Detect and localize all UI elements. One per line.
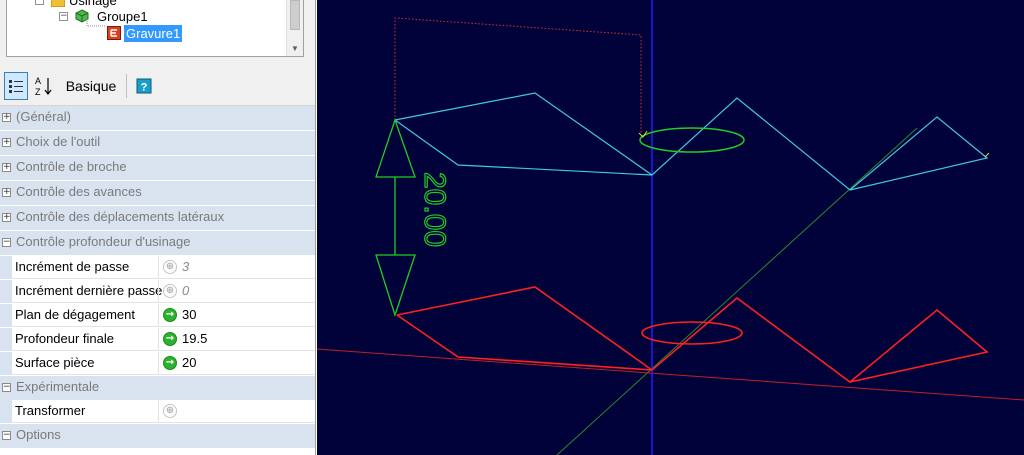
collapse-icon[interactable]: − <box>2 431 11 440</box>
depth-dimension: 20.00 <box>375 117 452 318</box>
basic-button[interactable]: Basique <box>62 72 120 100</box>
collapse-icon[interactable]: − <box>35 0 44 5</box>
category-options[interactable]: − Options <box>0 424 315 448</box>
category-experimental[interactable]: − Expérimentale <box>0 376 315 400</box>
left-panel: − Usinage − Groupe1 Gravure1 ▼ A Z Basiq… <box>0 0 316 455</box>
dimension-label: 20.00 <box>418 172 451 247</box>
category-label: Contrôle de broche <box>16 159 127 174</box>
category-label: (Général) <box>16 109 71 124</box>
expand-icon[interactable]: + <box>2 188 11 197</box>
tree-item-label: Gravure1 <box>124 25 183 42</box>
property-toolbar: A Z Basique ? <box>0 66 315 106</box>
svg-text:Z: Z <box>35 87 41 97</box>
upper-outline <box>394 92 989 191</box>
categorized-button[interactable] <box>4 72 28 100</box>
svg-text:A: A <box>35 76 41 86</box>
svg-text:?: ? <box>141 82 148 94</box>
inherit-toggle-icon[interactable]: → <box>163 308 177 322</box>
scroll-down-icon[interactable]: ▼ <box>291 44 299 53</box>
inherit-toggle-icon[interactable]: → <box>163 356 177 370</box>
category-feed-control[interactable]: + Contrôle des avances <box>0 181 315 205</box>
property-row-clearance-plane[interactable]: Plan de dégagement → 30 <box>0 304 315 327</box>
expand-icon[interactable]: + <box>2 113 11 122</box>
category-stepover-control[interactable]: + Contrôle des déplacements latéraux <box>0 206 315 230</box>
upper-ellipse <box>639 127 745 153</box>
property-value[interactable]: 3 <box>182 259 189 274</box>
x-axis <box>317 348 1024 401</box>
property-value[interactable]: 0 <box>182 283 189 298</box>
category-label: Options <box>16 427 61 442</box>
3d-viewport[interactable]: 20.00 <box>317 0 1024 455</box>
property-row-step-increment[interactable]: Incrément de passe ⊕ 3 <box>0 256 315 279</box>
category-tool-choice[interactable]: + Choix de l'outil <box>0 131 315 155</box>
inherit-toggle-icon[interactable]: ⊕ <box>163 284 177 298</box>
category-label: Contrôle des déplacements latéraux <box>16 209 225 224</box>
property-name: Profondeur finale <box>15 331 115 346</box>
tree-scrollbar[interactable]: ▼ <box>286 0 303 56</box>
property-row-last-step-increment[interactable]: Incrément dernière passe ⊕ 0 <box>0 280 315 303</box>
help-icon: ? <box>136 78 152 94</box>
property-value[interactable]: 30 <box>182 307 196 322</box>
property-name: Plan de dégagement <box>15 307 135 322</box>
sort-alpha-icon: A Z <box>35 76 52 97</box>
property-name: Incrément dernière passe <box>15 283 163 298</box>
lower-outline <box>396 286 989 383</box>
property-value[interactable]: 20 <box>182 355 196 370</box>
property-row-final-depth[interactable]: Profondeur finale → 19.5 <box>0 328 315 351</box>
expand-icon[interactable]: + <box>2 213 11 222</box>
toolpath-canvas[interactable]: 20.00 <box>317 0 1024 455</box>
inherit-toggle-icon[interactable]: → <box>163 332 177 346</box>
property-row-transform[interactable]: Transformer ⊕ <box>0 400 315 423</box>
categorized-icon <box>9 80 23 93</box>
category-spindle-control[interactable]: + Contrôle de broche <box>0 156 315 180</box>
operation-tree[interactable]: − Usinage − Groupe1 Gravure1 ▼ <box>6 0 304 57</box>
expand-icon[interactable]: + <box>2 163 11 172</box>
property-name: Surface pièce <box>15 355 95 370</box>
inherit-toggle-icon[interactable]: ⊕ <box>163 260 177 274</box>
category-depth-control[interactable]: − Contrôle profondeur d'usinage <box>0 231 315 255</box>
property-value[interactable]: 19.5 <box>182 331 207 346</box>
toolbar-divider <box>126 74 127 98</box>
help-button[interactable]: ? <box>134 72 154 100</box>
property-grid: + (Général) + Choix de l'outil + Contrôl… <box>0 106 315 455</box>
category-label: Expérimentale <box>16 379 100 394</box>
property-name: Transformer <box>15 403 86 418</box>
category-general[interactable]: + (Général) <box>0 106 315 130</box>
category-label: Contrôle profondeur d'usinage <box>16 234 191 249</box>
property-row-stock-surface[interactable]: Surface pièce → 20 <box>0 352 315 375</box>
inherit-toggle-icon[interactable]: ⊕ <box>163 404 177 418</box>
clearance-path <box>394 17 642 133</box>
expand-icon[interactable]: + <box>2 138 11 147</box>
alphabetical-button[interactable]: A Z <box>34 72 54 100</box>
category-label: Choix de l'outil <box>16 134 101 149</box>
marker-icon <box>984 152 990 158</box>
tree-connector <box>86 17 105 27</box>
y-axis <box>556 127 918 455</box>
property-name: Incrément de passe <box>15 259 130 274</box>
engraving-icon <box>107 26 121 40</box>
collapse-icon[interactable]: − <box>59 12 68 21</box>
scrollbar-thumb[interactable] <box>290 0 300 30</box>
collapse-icon[interactable]: − <box>2 383 11 392</box>
category-label: Contrôle des avances <box>16 184 142 199</box>
collapse-icon[interactable]: − <box>2 238 11 247</box>
folder-icon <box>50 0 66 8</box>
